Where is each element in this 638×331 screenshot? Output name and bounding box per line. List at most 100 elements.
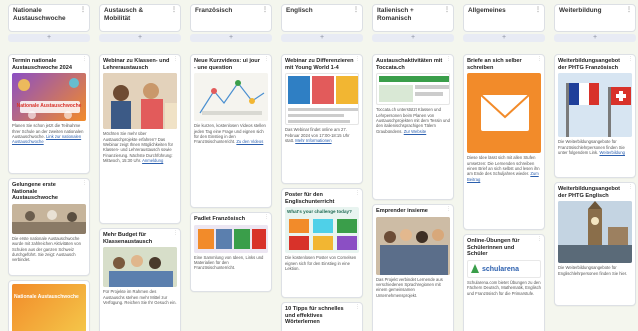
card-menu-icon[interactable]: ⋮ (446, 57, 451, 62)
card-menu-icon[interactable]: ⋮ (628, 57, 633, 62)
column-header[interactable]: Englisch ⋮ (281, 4, 363, 32)
card-menu-icon[interactable]: ⋮ (628, 185, 633, 190)
add-post-button[interactable]: + (554, 34, 636, 42)
card-image (376, 216, 450, 275)
column-menu-icon[interactable]: ⋮ (353, 7, 359, 13)
card-title: Weiterbildungsangebot der PHTG Französis… (558, 58, 621, 71)
card-image (12, 203, 86, 234)
column-franzoesisch: Französisch ⋮ + ⋮ Neue Kurzvideos: ui jo… (190, 4, 272, 292)
column-menu-icon[interactable]: ⋮ (535, 7, 541, 13)
post-card[interactable]: ⋮ Poster für den Englischunterricht What… (281, 188, 363, 298)
card-title: Online-Übungen für Schülerinnen und Schü… (467, 238, 520, 258)
image-caption: What's your challenge today? (287, 209, 352, 215)
card-menu-icon[interactable]: ⋮ (355, 191, 360, 196)
add-post-button[interactable]: + (372, 34, 454, 42)
column-menu-icon[interactable]: ⋮ (444, 7, 450, 13)
card-text: Die Weiterbildungsangebote für Französis… (555, 137, 635, 158)
post-card[interactable]: ⋮ Weiterbildungsangebot der PHTG Englisc… (554, 182, 636, 306)
sketch-illustration (194, 73, 268, 122)
card-image (558, 201, 632, 264)
card-title: Briefe an sich selber schreiben (467, 58, 522, 71)
column-menu-icon[interactable]: ⋮ (80, 7, 86, 13)
card-menu-icon[interactable]: ⋮ (82, 57, 87, 62)
card-menu-icon[interactable]: ⋮ (537, 57, 542, 62)
card-link[interactable]: Weiterbildung (599, 150, 625, 155)
post-card[interactable]: ⋮ Online-Übungen für Schülerinnen und Sc… (463, 234, 545, 331)
padlet-preview (194, 224, 268, 253)
card-menu-icon[interactable]: ⋮ (264, 215, 269, 220)
post-card[interactable]: Nationale Austauschwoche (8, 280, 90, 331)
post-card[interactable]: ⋮ 10 Tipps für schnelles und effektives … (281, 302, 363, 331)
card-image: schularena (467, 259, 541, 278)
column-title: Austausch & Mobilität (104, 7, 144, 22)
card-link[interactable]: Zur Website (404, 129, 427, 134)
card-title: Gelungene erste Nationale Austauschwoche (12, 182, 59, 202)
card-image (194, 224, 268, 253)
column-weiterbildung: Weiterbildung ⋮ + ⋮ Weiterbildungsangebo… (554, 4, 636, 306)
schularena-logo-icon (471, 263, 479, 273)
card-link[interactable]: Zu den Videos (236, 139, 263, 144)
column-menu-icon[interactable]: ⋮ (171, 7, 177, 13)
card-title: Termin nationale Austauschwoche 2024 (12, 58, 73, 71)
london-photo (558, 201, 632, 264)
post-card[interactable]: ⋮ Briefe an sich selber schreiben Diese … (463, 54, 545, 230)
card-text: Die erste nationale Austauschwoche wurde… (12, 235, 81, 263)
column-header[interactable]: Nationale Austauschwoche ⋮ (8, 4, 90, 32)
post-card[interactable]: ⋮ Termin nationale Austauschwoche 2024 N… (8, 54, 90, 174)
column-header[interactable]: Weiterbildung ⋮ (554, 4, 636, 32)
post-card[interactable]: ⋮ Webinar zu Differenzieren mit Young Wo… (281, 54, 363, 184)
card-title: Webinar zu Differenzieren mit Young Worl… (285, 58, 354, 71)
post-card[interactable]: ⋮ Emprender insieme Das Projekt verbinde… (372, 204, 454, 331)
card-title: Webinar zu Klassen- und Lehreraustausch (103, 58, 170, 71)
column-title: Englisch (286, 7, 313, 14)
plus-icon: + (592, 34, 598, 41)
card-text: Für Projekte im Rahmen des Austauschs st… (103, 289, 177, 305)
add-post-button[interactable]: + (281, 34, 363, 42)
card-title: Austauschaktivitäten mit Toccata.ch (376, 58, 443, 71)
card-body: Diese Idee lässt sich mit allen Stufen u… (467, 155, 540, 177)
card-menu-icon[interactable]: ⋮ (173, 231, 178, 236)
image-caption: Nationale Austauschwoche (16, 103, 82, 110)
add-post-button[interactable]: + (8, 34, 90, 42)
card-menu-icon[interactable]: ⋮ (537, 237, 542, 242)
column-header[interactable]: Französisch ⋮ (190, 4, 272, 32)
column-menu-icon[interactable]: ⋮ (262, 7, 268, 13)
column-header[interactable]: Austausch & Mobilität ⋮ (99, 4, 181, 32)
plus-icon: + (46, 34, 52, 41)
card-title: Emprender insieme (376, 208, 428, 214)
card-text: Toccata.ch unterstützt Klassen und Lehrp… (373, 105, 453, 137)
card-menu-icon[interactable]: ⋮ (264, 57, 269, 62)
column-header[interactable]: Italienisch + Romanisch ⋮ (372, 4, 454, 32)
card-menu-icon[interactable]: ⋮ (355, 57, 360, 62)
column-menu-icon[interactable]: ⋮ (626, 7, 632, 13)
column-nationale-austauschwoche: Nationale Austauschwoche ⋮ + ⋮ Termin na… (8, 4, 90, 331)
card-text: Das Webinar findet online am 27. Februar… (282, 125, 362, 146)
column-header[interactable]: Allgemeines ⋮ (463, 4, 545, 32)
post-card[interactable]: ⋮ Neue Kurzvideos: ui jour - une questio… (190, 54, 272, 208)
card-title: Weiterbildungsangebot der PHTG Englisch (558, 186, 621, 199)
add-post-button[interactable]: + (190, 34, 272, 42)
card-menu-icon[interactable]: ⋮ (355, 305, 360, 310)
card-text: Die kostenlosen Poster von Cornelsen eig… (285, 255, 357, 271)
post-card[interactable]: ⋮ Weiterbildungsangebot der PHTG Französ… (554, 54, 636, 178)
card-menu-icon[interactable]: ⋮ (446, 207, 451, 212)
column-title: Nationale Austauschwoche (13, 7, 66, 22)
classroom-photo (103, 73, 177, 130)
post-card[interactable]: ⋮ Webinar zu Klassen- und Lehreraustausc… (99, 54, 181, 224)
plus-icon: + (137, 34, 143, 41)
plus-icon: + (410, 34, 416, 41)
add-post-button[interactable]: + (99, 34, 181, 42)
card-link[interactable]: Anmeldung (142, 158, 163, 163)
add-post-button[interactable]: + (463, 34, 545, 42)
post-card[interactable]: ⋮ Mehr Budget für Klassenaustausch Für P… (99, 228, 181, 331)
card-image: What's your challenge today? (285, 207, 359, 254)
card-menu-icon[interactable]: ⋮ (173, 57, 178, 62)
padlet-board: Nationale Austauschwoche ⋮ + ⋮ Termin na… (0, 0, 638, 331)
post-card[interactable]: ⋮ Austauschaktivitäten mit Toccata.ch To… (372, 54, 454, 200)
column-title: Weiterbildung (559, 7, 602, 14)
card-menu-icon[interactable]: ⋮ (82, 181, 87, 186)
column-italienisch-romanisch: Italienisch + Romanisch ⋮ + ⋮ Austauscha… (372, 4, 454, 331)
post-card[interactable]: ⋮ Padlet Französisch Eine Sammlung von I… (190, 212, 272, 292)
card-link[interactable]: Mehr Informationen (295, 138, 331, 143)
post-card[interactable]: ⋮ Gelungene erste Nationale Austauschwoc… (8, 178, 90, 276)
